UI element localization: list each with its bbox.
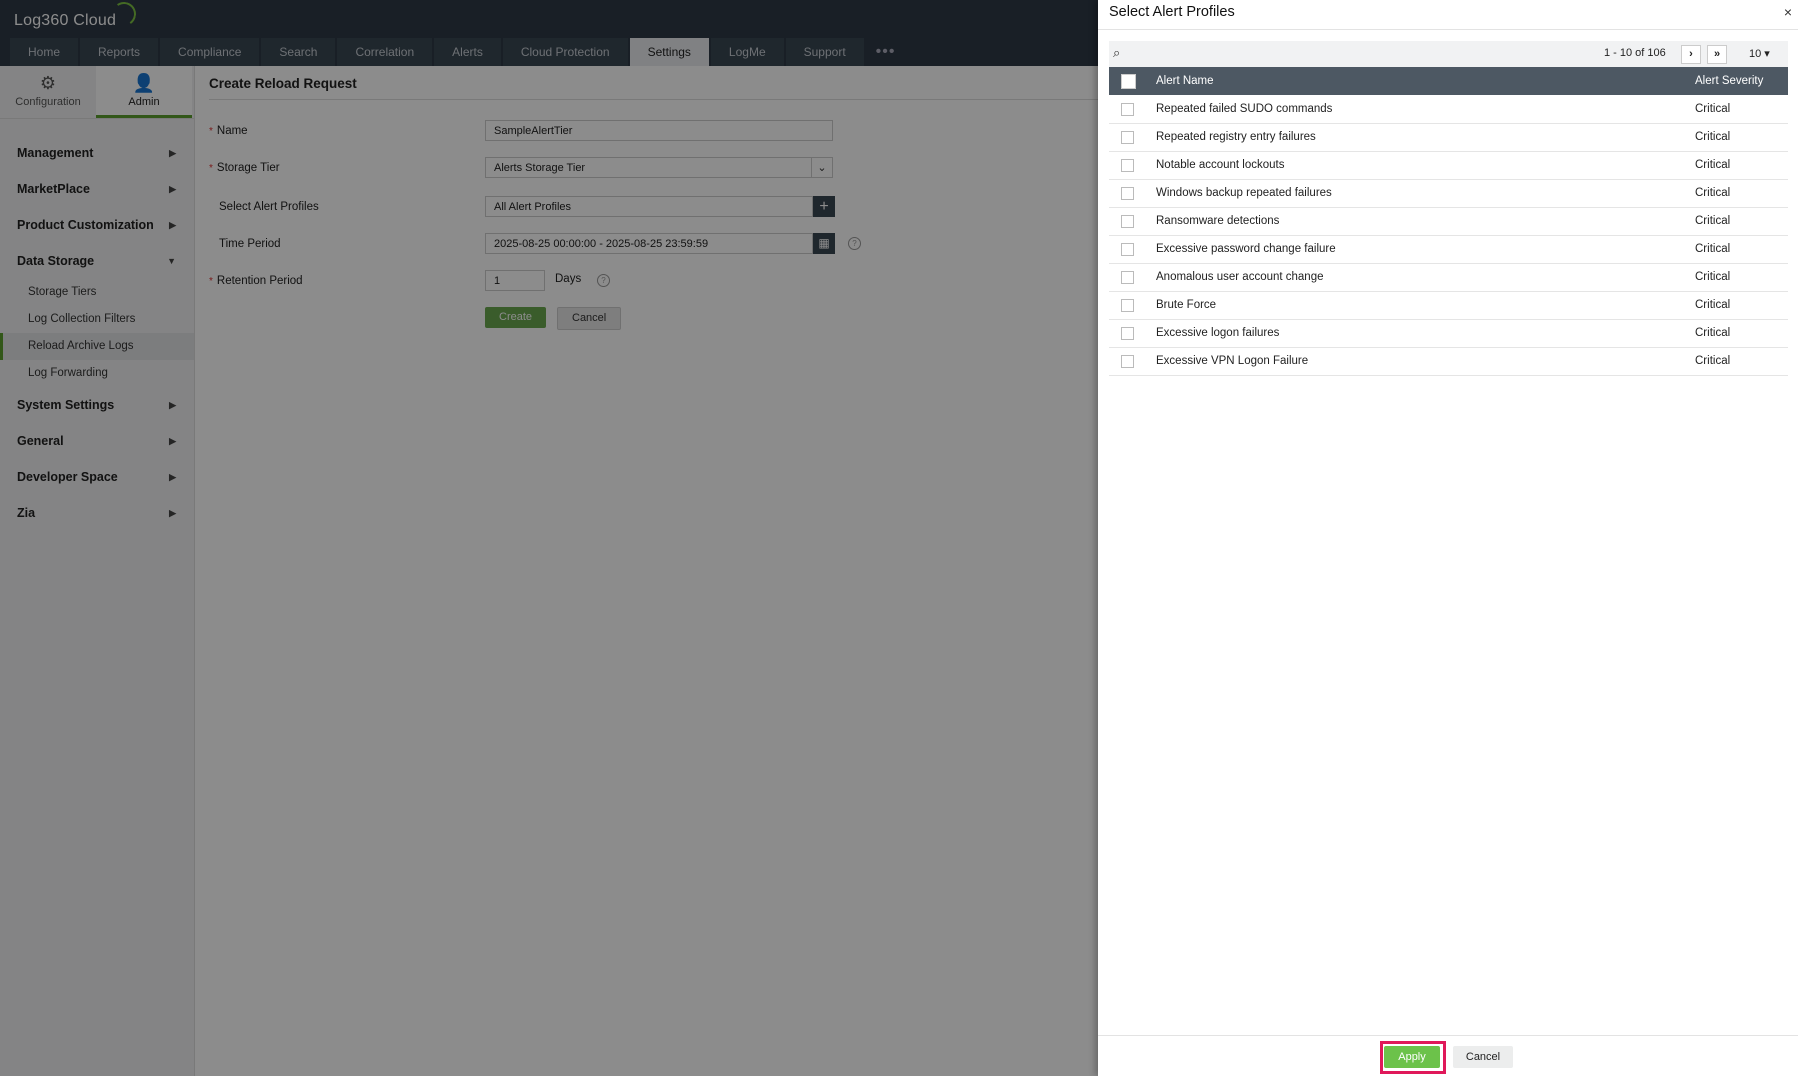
table-row[interactable]: Brute Force Critical: [1109, 292, 1788, 320]
row-checkbox[interactable]: [1121, 299, 1134, 312]
alert-name: Excessive VPN Logon Failure: [1156, 355, 1309, 367]
alert-name: Ransomware detections: [1156, 215, 1280, 227]
row-checkbox[interactable]: [1121, 215, 1134, 228]
alert-severity: Critical: [1695, 327, 1731, 339]
page-size-select[interactable]: 10 ▾: [1749, 47, 1770, 60]
select-alert-profiles-panel: Select Alert Profiles × ⌕ 1 - 10 of 106 …: [1098, 0, 1798, 1076]
row-checkbox[interactable]: [1121, 327, 1134, 340]
row-checkbox[interactable]: [1121, 131, 1134, 144]
alert-name: Excessive logon failures: [1156, 327, 1280, 339]
table-row[interactable]: Anomalous user account change Critical: [1109, 264, 1788, 292]
alert-name: Excessive password change failure: [1156, 243, 1336, 255]
row-checkbox[interactable]: [1121, 271, 1134, 284]
search-icon[interactable]: ⌕: [1113, 45, 1120, 61]
divider: [1098, 29, 1798, 30]
alert-severity: Critical: [1695, 159, 1731, 171]
table-row[interactable]: Windows backup repeated failures Critical: [1109, 180, 1788, 208]
table-row[interactable]: Excessive VPN Logon Failure Critical: [1109, 348, 1788, 376]
column-header-alert-severity[interactable]: Alert Severity: [1695, 75, 1763, 87]
modal-overlay[interactable]: [0, 0, 1098, 1076]
alert-severity: Critical: [1695, 299, 1731, 311]
pagination-range: 1 - 10 of 106: [1604, 47, 1666, 59]
last-page-button[interactable]: »: [1707, 45, 1727, 64]
row-checkbox[interactable]: [1121, 159, 1134, 172]
table-row[interactable]: Excessive password change failure Critica…: [1109, 236, 1788, 264]
row-checkbox[interactable]: [1121, 187, 1134, 200]
close-icon[interactable]: ×: [1784, 4, 1792, 20]
alert-name: Anomalous user account change: [1156, 271, 1324, 283]
alert-name: Repeated failed SUDO commands: [1156, 103, 1333, 115]
alert-name: Brute Force: [1156, 299, 1217, 311]
row-checkbox[interactable]: [1121, 243, 1134, 256]
table-row[interactable]: Excessive logon failures Critical: [1109, 320, 1788, 348]
alert-severity: Critical: [1695, 215, 1731, 227]
select-all-checkbox[interactable]: [1121, 74, 1136, 89]
apply-button[interactable]: Apply: [1384, 1046, 1440, 1068]
cancel-button[interactable]: Cancel: [1453, 1046, 1513, 1068]
alert-severity: Critical: [1695, 131, 1731, 143]
alert-name: Windows backup repeated failures: [1156, 187, 1332, 199]
next-page-button[interactable]: ›: [1681, 45, 1701, 64]
table-row[interactable]: Ransomware detections Critical: [1109, 208, 1788, 236]
row-checkbox[interactable]: [1121, 355, 1134, 368]
alert-severity: Critical: [1695, 271, 1731, 283]
alert-severity: Critical: [1695, 355, 1731, 367]
row-checkbox[interactable]: [1121, 103, 1134, 116]
table-row[interactable]: Repeated registry entry failures Critical: [1109, 124, 1788, 152]
table-toolbar: ⌕ 1 - 10 of 106 › » 10 ▾: [1109, 41, 1788, 67]
table-row[interactable]: Repeated failed SUDO commands Critical: [1109, 96, 1788, 124]
alert-severity: Critical: [1695, 187, 1731, 199]
alert-severity: Critical: [1695, 243, 1731, 255]
panel-title: Select Alert Profiles: [1109, 4, 1235, 20]
alert-name: Notable account lockouts: [1156, 159, 1285, 171]
table-header: Alert Name Alert Severity: [1109, 67, 1788, 95]
alert-name: Repeated registry entry failures: [1156, 131, 1316, 143]
table-row[interactable]: Notable account lockouts Critical: [1109, 152, 1788, 180]
panel-footer-divider: [1098, 1035, 1798, 1036]
column-header-alert-name[interactable]: Alert Name: [1156, 75, 1214, 87]
alert-severity: Critical: [1695, 103, 1731, 115]
